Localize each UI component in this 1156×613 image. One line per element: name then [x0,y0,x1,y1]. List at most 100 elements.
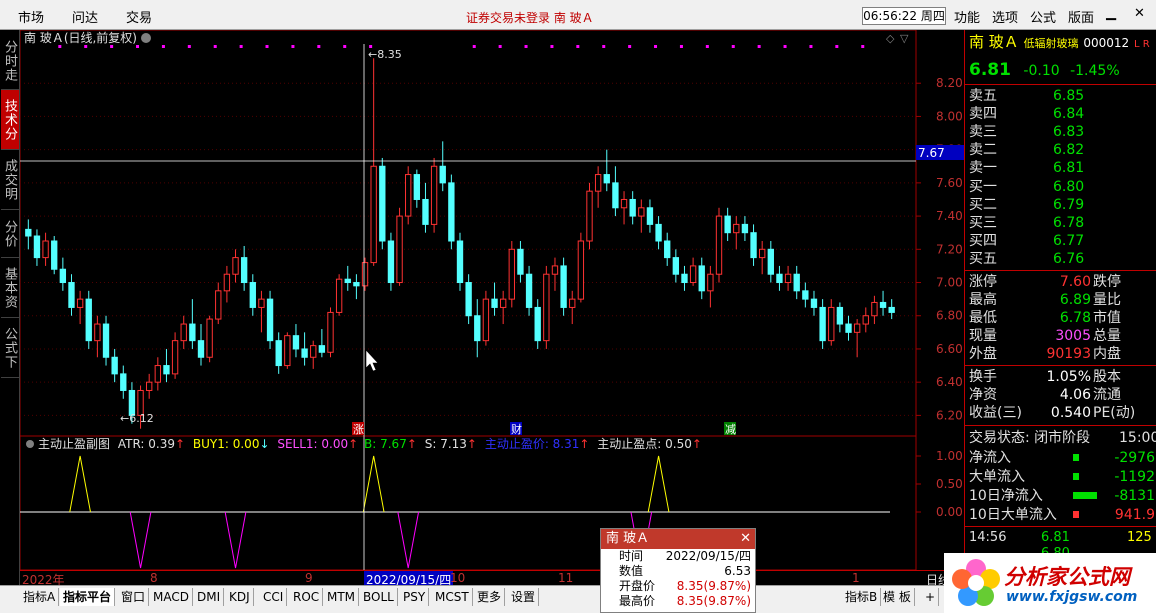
candle [603,149,610,192]
tab-formula-download[interactable]: 公式下载 [1,318,19,378]
event-marker-rise[interactable]: 涨 [353,423,364,436]
candle [836,302,844,333]
candle-body [240,257,248,284]
indicator-tab[interactable]: 更多 [474,588,506,606]
flow-row: 大单流入 -1192 [969,469,1155,485]
event-marker-reduce[interactable]: 减 [725,423,736,436]
menu-functions[interactable]: 功能 [954,7,980,26]
indicator-tab[interactable]: 窗口 [118,588,150,606]
candle-body [793,273,800,292]
date-axis: 2022年 8 9 2022/09/15/四 10 11 12 1 日线 [20,570,964,588]
trade-time: 15:00 [1119,430,1156,446]
candle [499,290,507,325]
candle-body [292,335,300,350]
bid-row: 买五 6.76 [969,251,1085,267]
candle [802,282,809,308]
candle [258,290,265,333]
y-tick-label: 6.40 [936,375,963,389]
popup-header[interactable]: 南 玻Ａ ✕ [601,529,755,549]
menu-wenda[interactable]: 问达 [72,7,98,26]
indicator-tab[interactable]: MACD [150,588,193,606]
menu-trade[interactable]: 交易 [126,7,152,26]
candle-body [638,207,645,217]
candle [327,307,334,358]
candle [163,348,170,383]
menu-market[interactable]: 市场 [18,7,44,26]
bid-row: 买二 6.79 [969,197,1085,213]
candle-body [59,268,67,284]
date-tick-aug: 8 [150,571,158,585]
candle-body [51,240,58,270]
candle-body [689,265,697,284]
candle [629,191,636,225]
signal-dot [291,45,295,48]
tab-fundamentals[interactable]: 基本资料 [1,258,19,318]
stock-code: 000012 [1083,36,1130,50]
candle [146,373,153,399]
signal-dot [809,45,813,48]
indicator-tab[interactable]: MCST [432,588,473,606]
title-dropdown-icon[interactable] [141,33,151,43]
signal-dot [161,45,165,48]
candle-body [413,174,421,200]
indicator-tab[interactable]: KDJ [226,588,254,606]
tab-intraday[interactable]: 分时走势 [1,32,19,90]
signal-dot [265,45,269,48]
candle [284,332,291,369]
candle-body [828,306,835,342]
candle [405,166,412,225]
candle-body [491,298,498,308]
signal-dot [317,45,321,48]
indicator-tab[interactable]: PSY [400,588,430,606]
indicator-tab[interactable]: 设置 [508,588,540,606]
chart-area[interactable]: 8.208.007.807.607.407.207.006.806.606.40… [19,29,964,571]
toggle-icon[interactable]: ▽ [900,32,909,45]
indicator-tab-right[interactable]: + [922,588,940,606]
tab-price-table[interactable]: 分价表 [1,210,19,258]
candle [379,157,386,250]
indicator-tab[interactable]: 指标A [20,588,60,606]
flower-logo-icon [952,559,1000,606]
candle [439,141,446,192]
minimize-icon[interactable]: ▁ [1106,6,1116,21]
data-popup[interactable]: 南 玻Ａ ✕ 时间 2022/09/15/四 数值 6.53 开盘价 8.35(9.87%… [600,528,756,613]
menu-layout[interactable]: 版面 [1068,7,1094,26]
indicator-dropdown-icon[interactable] [26,440,34,448]
low-label: ←6.12 [120,412,154,425]
candle-body [85,298,92,342]
indicator-tab-right[interactable]: 指标B [842,588,882,606]
menu-formula[interactable]: 公式 [1030,7,1056,26]
indicator-tab[interactable]: CCI [260,588,288,606]
diamond-icon[interactable]: ◇ [886,32,895,45]
tab-technical[interactable]: 技术分析 [1,90,19,150]
candle [750,224,757,266]
signal-dot [783,45,787,48]
indicator-tab[interactable]: ROC [290,588,324,606]
candle [275,332,282,374]
tab-trades[interactable]: 成交明细 [1,150,19,210]
indicator-tab-right[interactable]: 模 板 [880,588,915,606]
candle-body [154,365,161,383]
event-marker-finance[interactable]: 财 [511,422,522,436]
candle [102,315,110,366]
indicator-tab[interactable]: DMI [194,588,225,606]
candle-body [586,190,593,242]
candle-body [370,165,377,264]
candle [586,182,593,250]
candle [741,216,749,241]
candle [491,282,498,316]
candle [422,182,429,233]
popup-close-icon[interactable]: ✕ [740,529,751,549]
indicator-tab[interactable]: 指标平台 [60,588,116,606]
candle [171,332,179,379]
trade-status-row: 交易状态: 闭市阶段 15:00 [969,429,1156,447]
candle [223,265,231,303]
menu-options[interactable]: 选项 [992,7,1018,26]
indicator-tab[interactable]: MTM [324,588,360,606]
close-icon[interactable]: ✕ [1134,6,1145,21]
flow-bar [1073,473,1079,480]
candle-body [180,323,187,342]
indicator-tab[interactable]: BOLL [360,588,398,606]
kline-chart[interactable]: 8.208.007.807.607.407.207.006.806.606.40… [19,29,964,571]
candle-body [681,273,688,284]
